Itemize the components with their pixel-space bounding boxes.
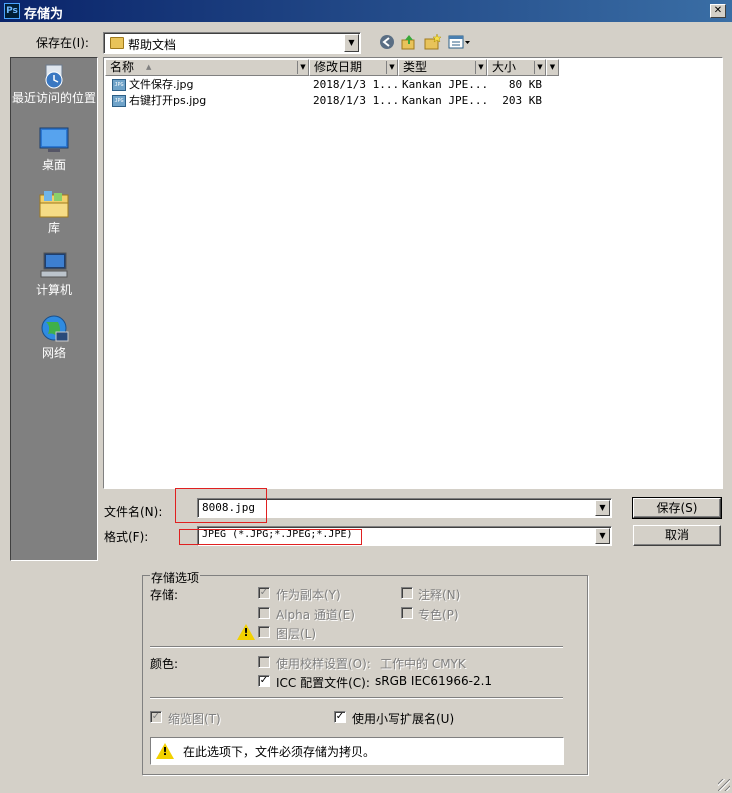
icc-profile-label: ICC 配置文件(C): bbox=[276, 676, 370, 690]
icc-profile-value: sRGB IEC61966-2.1 bbox=[375, 674, 493, 688]
chevron-down-icon[interactable]: ▼ bbox=[547, 61, 558, 74]
as-copy-checkbox[interactable]: ✓ bbox=[258, 587, 270, 599]
chevron-down-icon[interactable]: ▼ bbox=[534, 61, 545, 74]
place-label: 桌面 bbox=[41, 158, 66, 172]
storage-label: 存储: bbox=[150, 588, 179, 602]
recent-places-icon bbox=[38, 62, 70, 92]
places-bar: 最近访问的位置 桌面 库 计算机 网络 bbox=[10, 57, 98, 561]
place-desktop[interactable]: 桌面 bbox=[11, 126, 97, 173]
libraries-icon bbox=[38, 189, 70, 219]
table-row[interactable]: JPG 右键打开ps.jpg 2018/1/3 1... Kankan JPE.… bbox=[104, 93, 564, 109]
place-libraries[interactable]: 库 bbox=[11, 189, 97, 236]
file-date: 2018/1/3 1... bbox=[313, 94, 400, 107]
file-size: 80 KB bbox=[508, 78, 542, 91]
file-date: 2018/1/3 1... bbox=[313, 78, 400, 91]
cancel-button[interactable]: 取消 bbox=[633, 525, 721, 546]
layers-label: 图层(L) bbox=[276, 627, 317, 641]
up-folder-icon[interactable] bbox=[400, 33, 418, 51]
place-computer[interactable]: 计算机 bbox=[11, 251, 97, 298]
alpha-channels-checkbox[interactable] bbox=[258, 607, 270, 619]
computer-icon bbox=[38, 251, 70, 281]
as-copy-label: 作为副本(Y) bbox=[276, 588, 341, 602]
file-size: 203 KB bbox=[502, 94, 542, 107]
close-button[interactable]: ✕ bbox=[710, 4, 726, 18]
title-bar: Ps 存储为 ✕ bbox=[0, 0, 732, 22]
file-type: Kankan JPE... bbox=[402, 94, 489, 107]
chevron-down-icon[interactable]: ▼ bbox=[595, 500, 610, 516]
warning-message: 在此选项下，文件必须存储为拷贝。 bbox=[183, 745, 376, 759]
chevron-down-icon[interactable]: ▼ bbox=[297, 61, 308, 74]
divider bbox=[150, 646, 563, 648]
spot-colors-checkbox[interactable] bbox=[401, 607, 413, 619]
new-folder-icon[interactable] bbox=[424, 33, 442, 51]
save-options-title: 存储选项 bbox=[150, 569, 201, 586]
highlight-box bbox=[175, 488, 267, 523]
column-header-label: 大小 bbox=[492, 60, 517, 74]
jpg-file-icon: JPG bbox=[112, 95, 126, 107]
place-label: 库 bbox=[47, 221, 60, 235]
divider bbox=[150, 697, 563, 699]
save-in-value: 帮助文档 bbox=[128, 38, 177, 52]
column-header-type[interactable]: 类型 ▼ bbox=[398, 59, 487, 76]
chevron-down-icon[interactable]: ▼ bbox=[386, 61, 397, 74]
place-label: 计算机 bbox=[35, 283, 72, 297]
chevron-down-icon[interactable]: ▼ bbox=[595, 528, 610, 544]
save-in-label: 保存在(I): bbox=[36, 36, 89, 50]
desktop-icon bbox=[38, 126, 70, 156]
place-recent[interactable]: 最近访问的位置 bbox=[11, 62, 97, 105]
file-name: 右键打开ps.jpg bbox=[129, 94, 207, 107]
window-title: 存储为 bbox=[24, 7, 64, 22]
warning-mark: ! bbox=[243, 626, 249, 639]
photoshop-app-icon: Ps bbox=[4, 3, 20, 19]
place-network[interactable]: 网络 bbox=[11, 314, 97, 361]
column-header-more[interactable]: ▼ bbox=[546, 59, 559, 76]
sort-ascending-icon: ▲ bbox=[146, 63, 152, 71]
file-type: Kankan JPE... bbox=[402, 78, 489, 91]
proof-value: 工作中的 CMYK bbox=[380, 657, 466, 671]
column-header-date[interactable]: 修改日期 ▼ bbox=[309, 59, 398, 76]
notes-label: 注释(N) bbox=[418, 588, 461, 602]
alpha-channels-label: Alpha 通道(E) bbox=[276, 608, 355, 622]
thumbnail-label: 缩览图(T) bbox=[168, 712, 221, 726]
spot-colors-label: 专色(P) bbox=[418, 608, 459, 622]
column-header-label: 修改日期 bbox=[314, 60, 363, 74]
chevron-down-icon[interactable]: ▼ bbox=[475, 61, 486, 74]
save-in-dropdown[interactable]: 帮助文档 ▼ bbox=[103, 32, 361, 54]
table-row[interactable]: JPG 文件保存.jpg 2018/1/3 1... Kankan JPE...… bbox=[104, 77, 564, 93]
thumbnail-checkbox[interactable]: ✓ bbox=[150, 711, 162, 723]
warning-mark: ! bbox=[162, 745, 168, 758]
folder-icon bbox=[110, 37, 124, 49]
network-icon bbox=[38, 314, 70, 344]
place-label: 网络 bbox=[41, 346, 66, 360]
back-icon[interactable] bbox=[378, 34, 396, 52]
filename-label: 文件名(N): bbox=[104, 505, 163, 519]
file-list[interactable]: 名称 ▲ ▼ 修改日期 ▼ 类型 ▼ 大小 ▼ ▼ JPG 文件保存.jpg 2… bbox=[103, 57, 723, 489]
lowercase-extension-label: 使用小写扩展名(U) bbox=[352, 712, 455, 726]
highlight-box bbox=[179, 529, 362, 545]
column-header-size[interactable]: 大小 ▼ bbox=[487, 59, 546, 76]
column-header-name[interactable]: 名称 ▲ ▼ bbox=[105, 59, 309, 76]
place-label: 最近访问的位置 bbox=[11, 91, 96, 105]
view-menu-icon[interactable] bbox=[448, 34, 472, 52]
format-label: 格式(F): bbox=[104, 530, 149, 544]
column-header-label: 类型 bbox=[403, 60, 428, 74]
notes-checkbox[interactable] bbox=[401, 587, 413, 599]
icc-profile-checkbox[interactable]: ✓ bbox=[258, 675, 270, 687]
lowercase-extension-checkbox[interactable]: ✓ bbox=[334, 711, 346, 723]
color-label: 颜色: bbox=[150, 657, 179, 671]
warning-message-box: ! 在此选项下，文件必须存储为拷贝。 bbox=[150, 737, 564, 765]
resize-grip[interactable] bbox=[718, 779, 730, 791]
jpg-file-icon: JPG bbox=[112, 79, 126, 91]
layers-checkbox[interactable] bbox=[258, 626, 270, 638]
file-name: 文件保存.jpg bbox=[129, 78, 194, 91]
save-button[interactable]: 保存(S) bbox=[632, 497, 722, 519]
use-proof-checkbox[interactable] bbox=[258, 656, 270, 668]
column-header-label: 名称 bbox=[110, 60, 135, 74]
chevron-down-icon[interactable]: ▼ bbox=[344, 34, 359, 52]
use-proof-label: 使用校样设置(O): bbox=[276, 657, 371, 671]
